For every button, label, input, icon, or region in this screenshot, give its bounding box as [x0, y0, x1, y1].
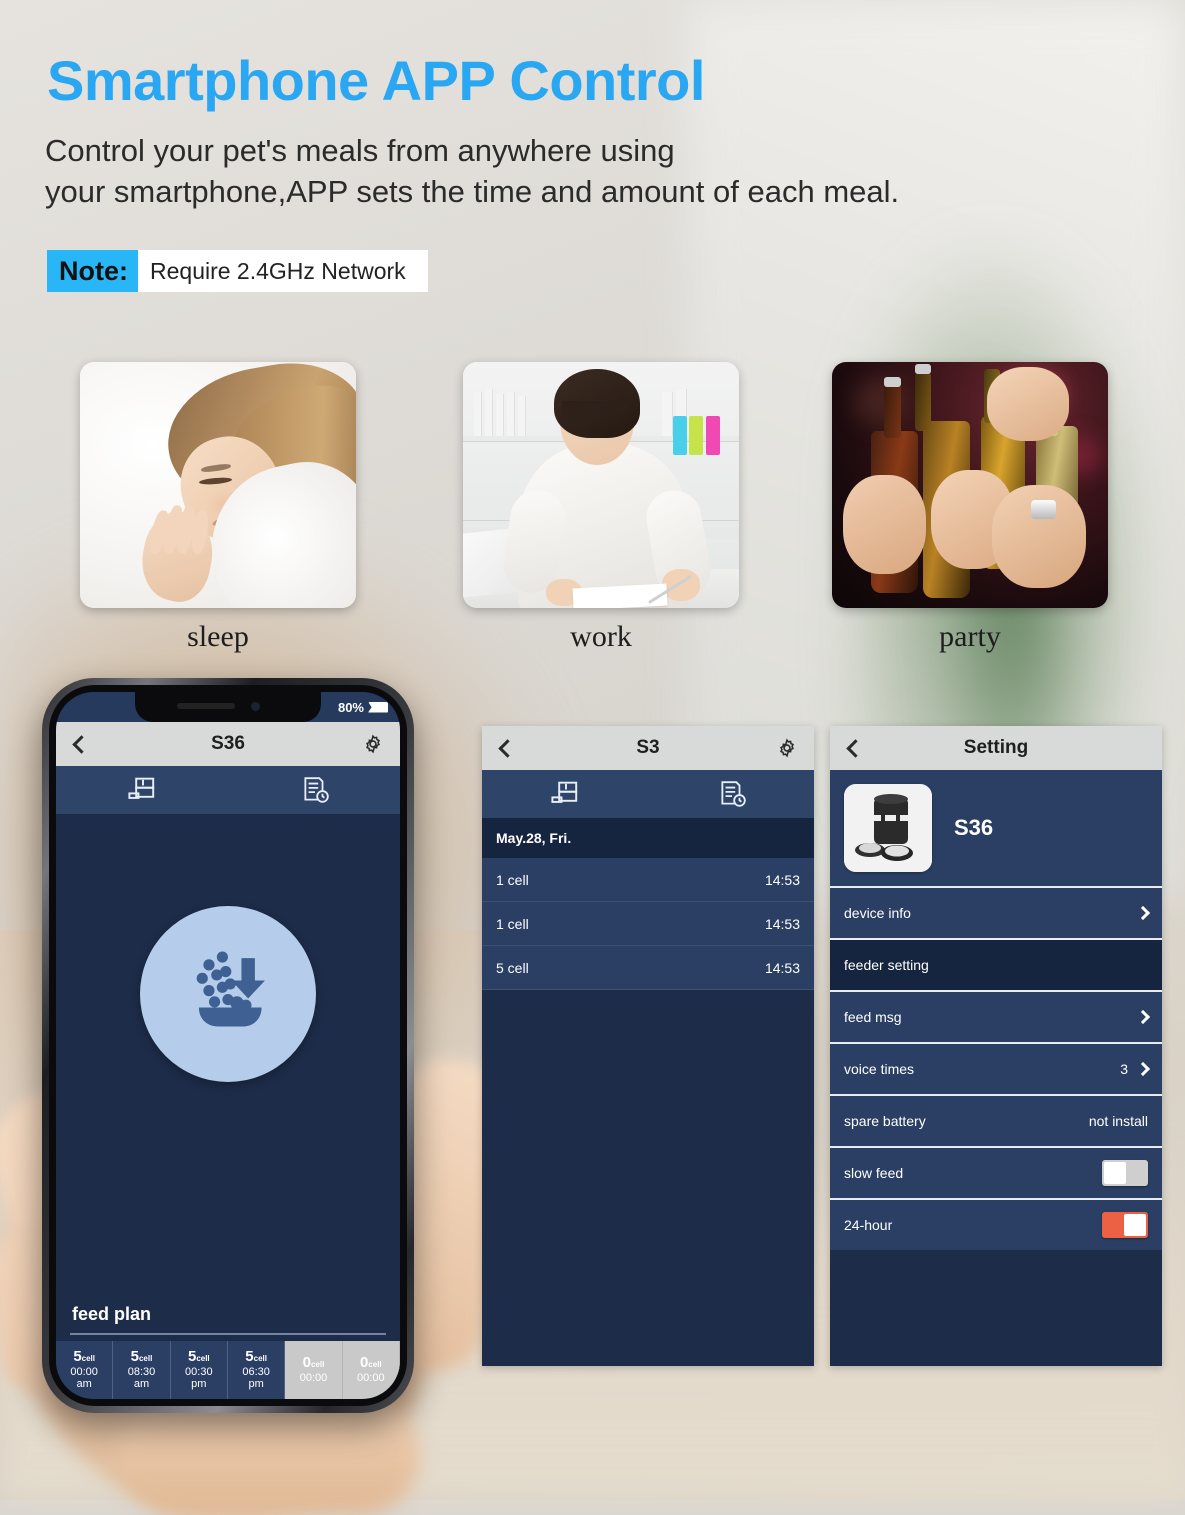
- subtitle-line-1: Control your pet's meals from anywhere u…: [45, 133, 675, 168]
- log-amount: 5 cell: [496, 959, 529, 976]
- page-subtitle: Control your pet's meals from anywhere u…: [45, 130, 899, 212]
- settings-row-label: feed msg: [844, 1009, 902, 1025]
- earpiece-speaker: [177, 703, 235, 709]
- battery-percent-label: 80%: [337, 699, 364, 715]
- chevron-left-icon[interactable]: [846, 738, 865, 758]
- chevron-right-icon: [1135, 905, 1151, 921]
- feed-plan-cell[interactable]: 5cell 06:30 pm: [227, 1341, 286, 1399]
- settings-row-value: 3: [1120, 1061, 1128, 1077]
- chevron-left-icon[interactable]: [498, 738, 517, 758]
- log-time: 14:53: [764, 959, 800, 976]
- feed-log-clock-icon[interactable]: [299, 775, 331, 805]
- feed-plan-divider: [70, 1333, 386, 1335]
- settings-section-label: feeder setting: [844, 957, 929, 973]
- settings-row-voice-times[interactable]: voice times 3: [830, 1042, 1162, 1094]
- feed-plan-cell-disabled[interactable]: 0cell 00:00: [285, 1341, 343, 1399]
- feed-plan-cell[interactable]: 5cell 00:30 pm: [170, 1341, 228, 1399]
- battery-icon: [368, 701, 388, 713]
- scene-sleep: sleep: [80, 362, 356, 654]
- feed-log-screen: S3 May.28, Fri. 1 cell 14:53 1 cell 14:5…: [482, 726, 814, 1366]
- settings-row-spare-battery[interactable]: spare battery not install: [830, 1094, 1162, 1146]
- table-row[interactable]: 1 cell 14:53: [482, 902, 814, 946]
- settings-row-label: 24-hour: [844, 1217, 893, 1233]
- phone-appbar: S36: [56, 722, 400, 766]
- phone-appbar-title: S36: [211, 733, 245, 754]
- device-name: S36: [954, 815, 994, 840]
- chevron-left-icon[interactable]: [72, 734, 91, 754]
- log-empty-area: [482, 990, 814, 1366]
- feed-plan-label: feed plan: [72, 1304, 152, 1324]
- settings-section-feeder-setting: feeder setting: [830, 938, 1162, 990]
- page-title: Smartphone APP Control: [47, 49, 705, 112]
- note-badge: Note: Require 2.4GHz Network: [47, 250, 428, 292]
- scene-party: party: [832, 362, 1108, 654]
- chevron-right-icon: [1135, 1009, 1151, 1025]
- feed-plan-cell[interactable]: 5cell 00:00 am: [56, 1341, 114, 1399]
- log-appbar: S3: [482, 726, 814, 770]
- settings-row-label: device info: [844, 905, 911, 921]
- feed-plan-row: 5cell 00:00 am 5cell 08:30 am 5cell 00:3…: [56, 1341, 400, 1399]
- party-photo: [832, 362, 1108, 608]
- phone-screen: 80% S36 feed plan 5cell 00:00 am 5cell 0…: [56, 692, 400, 1399]
- log-time: 14:53: [764, 915, 800, 932]
- gear-icon[interactable]: [362, 733, 384, 755]
- table-row[interactable]: 1 cell 14:53: [482, 858, 814, 902]
- settings-row-24-hour[interactable]: 24-hour: [830, 1198, 1162, 1250]
- settings-appbar: Setting: [830, 726, 1162, 770]
- feed-plan-cell-disabled[interactable]: 0cell 00:00: [342, 1341, 400, 1399]
- scene-work-label: work: [570, 620, 632, 653]
- scene-work: work: [463, 362, 739, 654]
- pet-feeder-product-image: [844, 784, 932, 872]
- log-tabbar: [482, 770, 814, 818]
- sleep-photo: [80, 362, 356, 608]
- log-date-header: May.28, Fri.: [482, 818, 814, 858]
- phone-app-body: feed plan 5cell 00:00 am 5cell 08:30 am: [56, 814, 400, 1399]
- table-row[interactable]: 5 cell 14:53: [482, 946, 814, 990]
- chevron-right-icon: [1135, 1061, 1151, 1077]
- settings-row-value: not install: [1088, 1113, 1148, 1129]
- slow-feed-toggle[interactable]: [1102, 1160, 1148, 1186]
- log-appbar-title: S3: [636, 737, 660, 758]
- phone-notch: [135, 692, 321, 722]
- log-amount: 1 cell: [496, 915, 529, 932]
- settings-row-label: slow feed: [844, 1165, 904, 1181]
- scene-sleep-label: sleep: [187, 620, 249, 653]
- settings-row-slow-feed[interactable]: slow feed: [830, 1146, 1162, 1198]
- feeder-device-icon[interactable]: [549, 779, 583, 809]
- settings-row-label: spare battery: [844, 1113, 926, 1129]
- note-text: Require 2.4GHz Network: [138, 250, 428, 292]
- log-amount: 1 cell: [496, 871, 529, 888]
- gear-icon[interactable]: [776, 737, 798, 759]
- feed-log-clock-icon[interactable]: [716, 779, 748, 809]
- scene-party-label: party: [939, 620, 1001, 653]
- settings-row-feed-msg[interactable]: feed msg: [830, 990, 1162, 1042]
- subtitle-line-2: your smartphone,APP sets the time and am…: [45, 174, 900, 209]
- settings-row-label: voice times: [844, 1061, 915, 1077]
- hand-finger-bottom: [120, 1395, 420, 1515]
- feeder-device-icon[interactable]: [126, 775, 160, 805]
- log-time: 14:53: [764, 871, 800, 888]
- settings-screen: Setting S36 device info feeder setting f…: [830, 726, 1162, 1366]
- feed-plan-section: feed plan: [56, 1298, 400, 1341]
- feed-now-bowl-icon[interactable]: [140, 906, 316, 1082]
- work-photo: [463, 362, 739, 608]
- 24-hour-toggle[interactable]: [1102, 1212, 1148, 1238]
- device-card[interactable]: S36: [830, 770, 1162, 886]
- note-label: Note:: [47, 250, 138, 292]
- front-camera: [251, 702, 260, 711]
- phone-mockup: 80% S36 feed plan 5cell 00:00 am 5cell 0…: [42, 678, 414, 1413]
- settings-appbar-title: Setting: [963, 737, 1029, 758]
- phone-tabbar: [56, 766, 400, 814]
- settings-empty-area: [830, 1250, 1162, 1366]
- settings-row-device-info[interactable]: device info: [830, 886, 1162, 938]
- feed-plan-cell[interactable]: 5cell 08:30 am: [113, 1341, 171, 1399]
